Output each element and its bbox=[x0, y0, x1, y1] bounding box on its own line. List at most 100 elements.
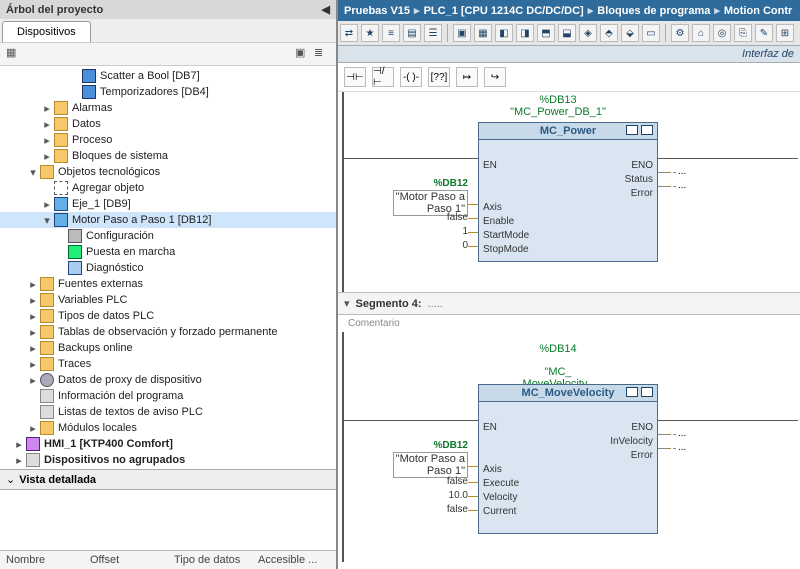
crumb-plc[interactable]: PLC_1 [CPU 1214C DC/DC/DC] bbox=[424, 5, 584, 17]
tree-twisty-icon[interactable]: ▸ bbox=[42, 150, 52, 163]
col-offset[interactable]: Offset bbox=[84, 554, 168, 566]
block-mc-movevelocity[interactable]: MC_MoveVelocity ENENO InVelocity Error A… bbox=[478, 384, 658, 534]
tb-btn[interactable]: ⌂ bbox=[692, 24, 710, 42]
tb-btn[interactable]: ▣ bbox=[453, 24, 471, 42]
tb-btn[interactable]: ▭ bbox=[642, 24, 660, 42]
tb-btn[interactable]: ◎ bbox=[713, 24, 731, 42]
segment-header[interactable]: ▾ Segmento 4: ..... bbox=[338, 292, 800, 315]
tree-item[interactable]: ▸Temporizadores [DB4] bbox=[0, 84, 336, 100]
tb-btn[interactable]: ⚙ bbox=[671, 24, 689, 42]
tree-item[interactable]: ▸Listas de textos de aviso PLC bbox=[0, 404, 336, 420]
segment-collapse-icon[interactable]: ▾ bbox=[344, 297, 350, 310]
project-tree[interactable]: ▸Scatter a Bool [DB7]▸Temporizadores [DB… bbox=[0, 66, 336, 469]
tree-twisty-icon[interactable]: ▸ bbox=[42, 198, 52, 211]
tree-item[interactable]: ▸Agregar objeto bbox=[0, 180, 336, 196]
tree-item[interactable]: ▸Puesta en marcha bbox=[0, 244, 336, 260]
tree-twisty-icon[interactable]: ▾ bbox=[42, 214, 52, 227]
tree-item[interactable]: ▸Traces bbox=[0, 356, 336, 372]
tree-item[interactable]: ▸Datos de proxy de dispositivo bbox=[0, 372, 336, 388]
contact-nc-icon[interactable]: ⊣/⊢ bbox=[372, 67, 394, 87]
tb-btn[interactable]: ☰ bbox=[424, 24, 442, 42]
block-mc-power[interactable]: MC_Power ENENO Status Error Axis Enable … bbox=[478, 122, 658, 262]
tree-item[interactable]: ▸Datos bbox=[0, 116, 336, 132]
segment-comment[interactable]: Comentario bbox=[338, 315, 800, 332]
tree-twisty-icon[interactable]: ▸ bbox=[28, 326, 38, 339]
val-velocity[interactable]: 10.0 bbox=[418, 490, 468, 501]
ladder-editor[interactable]: ⊣⊢ ⊣/⊢ -( )- [??] ↦ ↪ %DB13 "MC_Power_DB… bbox=[338, 63, 800, 569]
tree-item[interactable]: ▸Scatter a Bool [DB7] bbox=[0, 68, 336, 84]
val-stop[interactable]: 0 bbox=[418, 240, 468, 251]
branch-open-icon[interactable]: ↦ bbox=[456, 67, 478, 87]
tree-twisty-icon[interactable]: ▸ bbox=[42, 134, 52, 147]
detail-view-header[interactable]: ⌄ Vista detallada bbox=[0, 469, 336, 490]
tb-btn[interactable]: ⬒ bbox=[537, 24, 555, 42]
col-accessible[interactable]: Accesible ... bbox=[252, 554, 336, 566]
tree-twisty-icon[interactable]: ▸ bbox=[42, 118, 52, 131]
tree-twisty-icon[interactable]: ▾ bbox=[28, 166, 38, 179]
contact-no-icon[interactable]: ⊣⊢ bbox=[344, 67, 366, 87]
tab-devices[interactable]: Dispositivos bbox=[2, 21, 91, 42]
val-enable[interactable]: false bbox=[418, 212, 468, 223]
block-help-icon[interactable] bbox=[626, 387, 638, 397]
tree-item[interactable]: ▸HMI_1 [KTP400 Comfort] bbox=[0, 436, 336, 452]
network-view-icon[interactable]: ▦ bbox=[6, 46, 22, 62]
tb-btn[interactable]: ⊞ bbox=[776, 24, 794, 42]
tree-item[interactable]: ▸Fuentes externas bbox=[0, 276, 336, 292]
tb-btn[interactable]: ⬘ bbox=[600, 24, 618, 42]
tree-twisty-icon[interactable]: ▸ bbox=[42, 102, 52, 115]
axis-tag[interactable]: "Motor Paso a Paso 1" bbox=[358, 452, 468, 478]
tb-btn[interactable]: ✎ bbox=[755, 24, 773, 42]
crumb-blocks[interactable]: Bloques de programa bbox=[597, 5, 710, 17]
tb-btn[interactable]: ≡ bbox=[382, 24, 400, 42]
tree-item[interactable]: ▾Motor Paso a Paso 1 [DB12] bbox=[0, 212, 336, 228]
tree-item[interactable]: ▾Objetos tecnológicos bbox=[0, 164, 336, 180]
tree-item[interactable]: ▸Eje_1 [DB9] bbox=[0, 196, 336, 212]
tree-twisty-icon[interactable]: ▸ bbox=[14, 438, 24, 451]
list-icon[interactable]: ≣ bbox=[314, 46, 330, 62]
tree-item[interactable]: ▸Tipos de datos PLC bbox=[0, 308, 336, 324]
tb-btn[interactable]: ⬙ bbox=[621, 24, 639, 42]
tb-btn[interactable]: ◧ bbox=[495, 24, 513, 42]
tree-item[interactable]: ▸Dispositivos no agrupados bbox=[0, 452, 336, 468]
tree-item[interactable]: ▸Bloques de sistema bbox=[0, 148, 336, 164]
tree-item[interactable]: ▸Variables PLC bbox=[0, 292, 336, 308]
tree-twisty-icon[interactable]: ▸ bbox=[28, 374, 38, 387]
collapse-icon[interactable]: ◀ bbox=[322, 4, 330, 16]
tree-twisty-icon[interactable]: ▸ bbox=[28, 342, 38, 355]
tb-btn[interactable]: ◨ bbox=[516, 24, 534, 42]
tree-item[interactable]: ▸Diagnóstico bbox=[0, 260, 336, 276]
block-open-icon[interactable] bbox=[641, 125, 653, 135]
tree-item[interactable]: ▸Backups online bbox=[0, 340, 336, 356]
block-open-icon[interactable] bbox=[641, 387, 653, 397]
coil-icon[interactable]: -( )- bbox=[400, 67, 422, 87]
branch-close-icon[interactable]: ↪ bbox=[484, 67, 506, 87]
tb-btn[interactable]: ⎘ bbox=[734, 24, 752, 42]
box-icon[interactable]: [??] bbox=[428, 67, 450, 87]
tree-item[interactable]: ▸Información del programa bbox=[0, 388, 336, 404]
grid-icon[interactable]: ▣ bbox=[295, 46, 311, 62]
tree-item[interactable]: ▸Tablas de observación y forzado permane… bbox=[0, 324, 336, 340]
col-name[interactable]: Nombre bbox=[0, 554, 84, 566]
tree-twisty-icon[interactable]: ▸ bbox=[28, 278, 38, 291]
tb-btn[interactable]: ◈ bbox=[579, 24, 597, 42]
tree-twisty-icon[interactable]: ▸ bbox=[28, 358, 38, 371]
val-execute[interactable]: false bbox=[418, 476, 468, 487]
crumb-motion[interactable]: Motion Contr bbox=[724, 5, 792, 17]
tree-item[interactable]: ▸Alarmas bbox=[0, 100, 336, 116]
col-type[interactable]: Tipo de datos bbox=[168, 554, 252, 566]
crumb-project[interactable]: Pruebas V15 bbox=[344, 5, 410, 17]
tree-item[interactable]: ▸Módulos locales bbox=[0, 420, 336, 436]
val-current[interactable]: false bbox=[418, 504, 468, 515]
block-help-icon[interactable] bbox=[626, 125, 638, 135]
tb-btn[interactable]: ⇄ bbox=[340, 24, 358, 42]
tb-btn[interactable]: ▤ bbox=[403, 24, 421, 42]
tree-twisty-icon[interactable]: ▸ bbox=[28, 294, 38, 307]
tb-btn[interactable]: ★ bbox=[361, 24, 379, 42]
tree-item[interactable]: ▸Configuración bbox=[0, 228, 336, 244]
val-start[interactable]: 1 bbox=[418, 226, 468, 237]
tree-item[interactable]: ▸Proceso bbox=[0, 132, 336, 148]
tree-twisty-icon[interactable]: ▸ bbox=[28, 310, 38, 323]
tree-twisty-icon[interactable]: ▸ bbox=[14, 454, 24, 467]
tree-twisty-icon[interactable]: ▸ bbox=[28, 422, 38, 435]
tb-btn[interactable]: ▦ bbox=[474, 24, 492, 42]
